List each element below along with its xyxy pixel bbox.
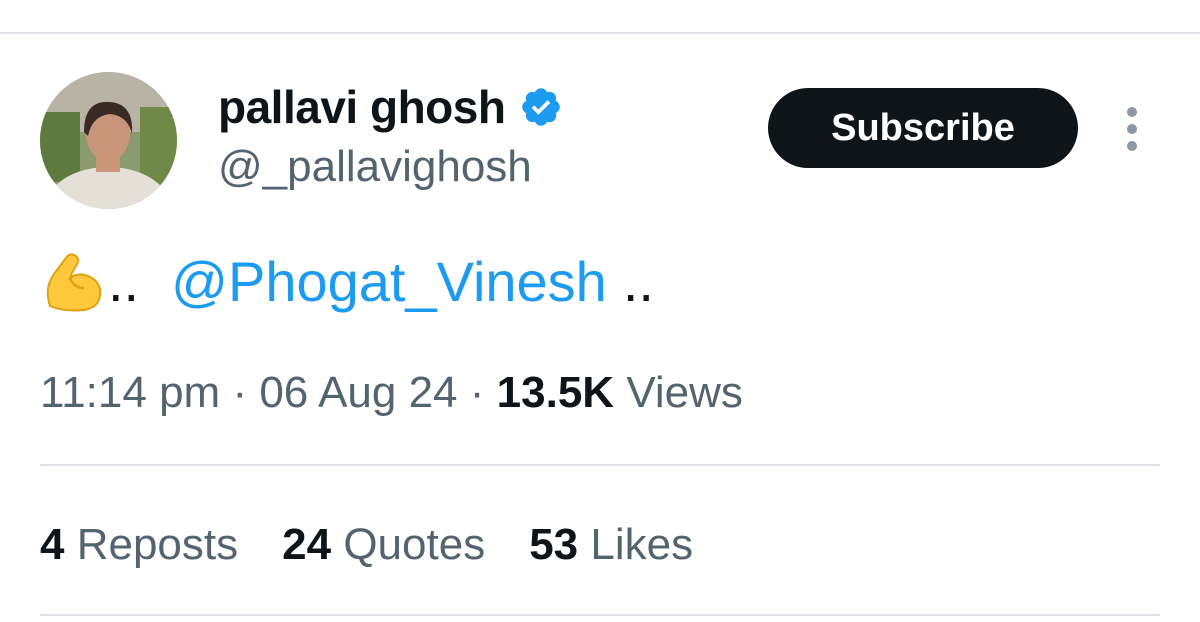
- reposts-label: Reposts: [76, 520, 239, 569]
- views-label: Views: [626, 368, 743, 417]
- reposts-count: 4: [40, 520, 65, 569]
- likes-label: Likes: [590, 520, 694, 569]
- divider: [40, 614, 1160, 616]
- tweet-meta: 11:14 pm · 06 Aug 24 · 13.5K Views: [40, 368, 743, 418]
- meta-separator: ·: [232, 368, 248, 417]
- quotes-count: 24: [282, 520, 332, 569]
- divider: [40, 464, 1160, 466]
- quotes-label: Quotes: [343, 520, 486, 569]
- reposts-stat[interactable]: 4 Reposts: [40, 520, 238, 570]
- display-name[interactable]: pallavi ghosh: [218, 80, 563, 134]
- tweet-time[interactable]: 11:14 pm: [40, 368, 220, 417]
- quotes-stat[interactable]: 24 Quotes: [282, 520, 485, 570]
- tweet-text: .. @Phogat_Vinesh ..: [40, 248, 654, 314]
- engagement-stats: 4 Reposts 24 Quotes 53 Likes: [40, 520, 737, 570]
- tweet-text-after: ..: [622, 249, 654, 313]
- tweet-text-before: ..: [108, 249, 140, 313]
- mention-link[interactable]: @Phogat_Vinesh: [171, 249, 607, 314]
- avatar[interactable]: [40, 72, 177, 209]
- flexed-biceps-icon: [40, 248, 106, 314]
- views-count: 13.5K: [496, 368, 615, 417]
- likes-stat[interactable]: 53 Likes: [529, 520, 693, 570]
- top-divider: [0, 32, 1200, 34]
- verified-badge-icon: [519, 85, 563, 129]
- more-vertical-icon[interactable]: [1120, 106, 1144, 152]
- display-name-text: pallavi ghosh: [218, 81, 506, 133]
- tweet-date[interactable]: 06 Aug 24: [259, 368, 457, 417]
- handle[interactable]: @_pallavighosh: [218, 142, 532, 192]
- meta-separator: ·: [469, 368, 485, 417]
- subscribe-button[interactable]: Subscribe: [768, 88, 1078, 168]
- likes-count: 53: [529, 520, 579, 569]
